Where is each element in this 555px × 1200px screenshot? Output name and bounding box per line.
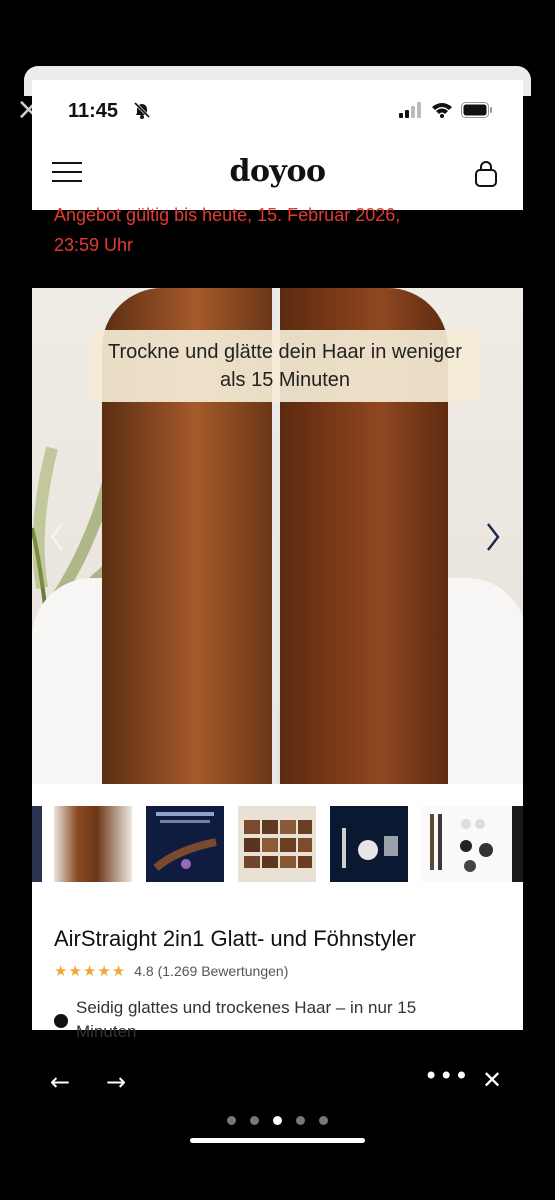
check-circle-icon [54, 1014, 68, 1028]
accessories-illustration [430, 814, 493, 872]
chevron-right-icon[interactable] [482, 520, 504, 554]
lineup-illustration [342, 828, 398, 868]
page-indicator [0, 1116, 555, 1125]
cellular-signal-icon [399, 102, 421, 118]
arrow-right-icon[interactable]: → [106, 1068, 126, 1096]
product-rating[interactable]: ★★★★★ 4.8 (1.269 Bewertungen) [54, 962, 288, 980]
home-indicator[interactable] [190, 1138, 365, 1143]
page-dot [296, 1116, 305, 1125]
status-time: 11:45 [68, 100, 119, 122]
rating-stars: ★★★★★ [54, 962, 127, 980]
product-title: AirStraight 2in1 Glatt- und Föhnstyler [54, 926, 416, 951]
product-info: AirStraight 2in1 Glatt- und Föhnstyler ★… [32, 884, 523, 1041]
photo-grid-illustration [244, 820, 312, 868]
rating-text: 4.8 (1.269 Bewertungen) [134, 963, 289, 979]
status-bar: 11:45 [32, 80, 523, 140]
feature-bullet: Seidig glattes und trockenes Haar – in n… [76, 998, 417, 1041]
thumbnail-styler-device-dark[interactable] [146, 806, 224, 882]
site-logo[interactable]: doyoo [32, 154, 523, 189]
offer-banner: Angebot gültig bis heute, 15. Februar 20… [54, 200, 494, 260]
thumbnail-accessories-set[interactable] [420, 806, 514, 882]
status-icons [399, 102, 493, 118]
thumbnail-product-lineup-dark[interactable] [330, 806, 408, 882]
offer-line-2: 23:59 Uhr [54, 235, 134, 255]
chevron-left-icon[interactable] [46, 520, 68, 554]
thumbnail-customer-photo-grid[interactable] [238, 806, 316, 882]
browser-toolbar: ← → ••• ✕ [0, 1062, 555, 1098]
thumbnail-before-after-hair[interactable] [54, 806, 132, 882]
thumbnail-partial-right[interactable] [512, 806, 523, 882]
hero-image[interactable]: Trockne und glätte dein Haar in weniger … [32, 288, 523, 784]
thumbnail-strip [32, 784, 523, 884]
thumbnail-partial-left[interactable] [32, 806, 42, 882]
more-dots-icon[interactable]: ••• [424, 1062, 469, 1090]
page-dot [227, 1116, 236, 1125]
wifi-icon [432, 103, 452, 118]
page-dot-active [273, 1116, 282, 1125]
shopping-bag-icon[interactable] [473, 160, 499, 188]
arrow-left-icon[interactable]: ← [50, 1068, 70, 1096]
page-dot [250, 1116, 259, 1125]
page-dot [319, 1116, 328, 1125]
battery-icon [461, 102, 492, 118]
offer-line-1: Angebot gültig bis heute, 15. Februar 20… [54, 205, 401, 225]
hero-caption: Trockne und glätte dein Haar in weniger … [90, 330, 480, 402]
styler-illustration [153, 812, 217, 872]
close-icon[interactable]: ✕ [482, 1066, 502, 1094]
bell-off-icon [133, 101, 151, 119]
